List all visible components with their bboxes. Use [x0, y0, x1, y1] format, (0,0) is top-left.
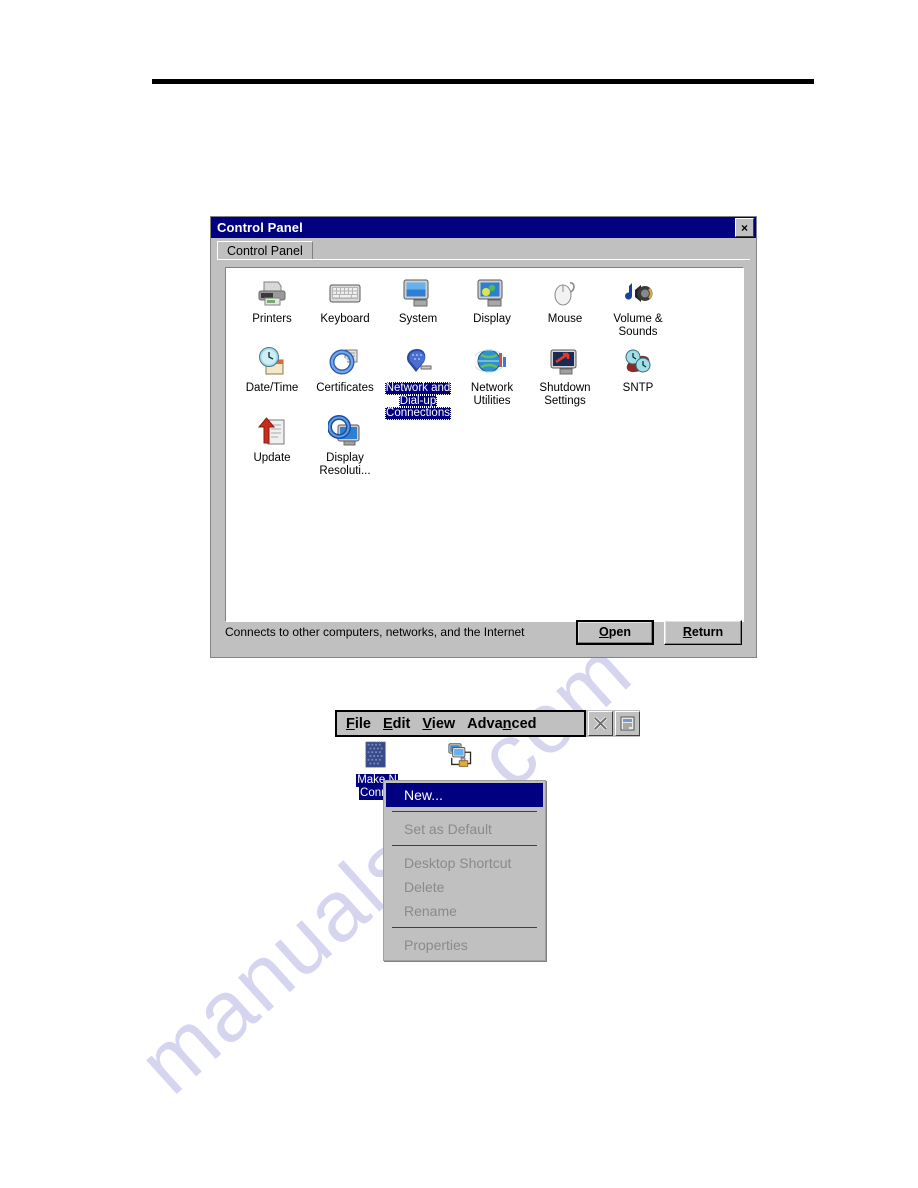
control-panel-window: Control Panel × Control Panel Printers K…: [210, 216, 757, 658]
menu-bar: File Edit View Advanced: [335, 710, 586, 737]
display-monitor-icon: [475, 276, 509, 310]
cp-icon-label: Resoluti...: [319, 464, 371, 477]
cp-icon-label: Keyboard: [320, 313, 370, 325]
page-title: Control Panel: [217, 220, 303, 235]
date-time-icon: [255, 345, 289, 379]
cp-icon-label: Printers: [252, 313, 292, 325]
cp-icon-display-resoluti[interactable]: Display Resoluti...: [306, 415, 384, 477]
keyboard-icon: [328, 276, 362, 310]
cp-icon-label: Date/Time: [245, 382, 299, 394]
system-monitor-icon: [401, 276, 435, 310]
cp-icon-shutdown-settings[interactable]: Shutdown Settings: [526, 345, 604, 407]
cp-icon-display[interactable]: Display: [453, 276, 531, 326]
context-menu-item-properties: Properties: [404, 937, 468, 953]
cp-icon-volume-sounds[interactable]: Volume & Sounds: [599, 276, 677, 338]
cp-icon-date-time[interactable]: Date/Time: [233, 345, 311, 395]
properties-icon: [620, 716, 635, 731]
cp-icon-label: Sounds: [618, 325, 658, 338]
toolbar: [586, 710, 640, 737]
cp-icon-system[interactable]: System: [379, 276, 457, 326]
context-menu: New... Set as Default Desktop Shortcut Dele…: [383, 780, 546, 961]
close-icon[interactable]: ×: [735, 218, 754, 237]
cp-icon-label: System: [398, 313, 438, 325]
network-connections-window: File Edit View Advanced Make N Conne New…: [335, 710, 640, 965]
cp-icon-label: Display: [473, 313, 511, 325]
menu-advanced[interactable]: Advanced: [467, 716, 536, 732]
control-panel-tabstrip: Control Panel: [211, 238, 756, 260]
cp-icon-label: Utilities: [473, 394, 511, 407]
control-panel-icon-pane: Printers Keyboard System Display Mouse V…: [225, 267, 744, 622]
network-dialup-icon: [401, 345, 435, 379]
cp-icon-printers[interactable]: Printers: [233, 276, 311, 326]
cp-icon-label: Network: [470, 382, 514, 394]
cp-icon-label: SNTP: [622, 382, 654, 394]
control-panel-button-row: Open Return: [576, 619, 742, 645]
cp-icon-network-utilities[interactable]: Network Utilities: [453, 345, 531, 407]
cut-x-icon: [593, 716, 608, 731]
menu-view[interactable]: View: [422, 716, 455, 732]
display-resolution-icon: [327, 415, 362, 449]
volume-sounds-icon: [621, 276, 655, 310]
tab-control-panel[interactable]: Control Panel: [217, 241, 313, 260]
mouse-icon: [548, 276, 582, 310]
make-new-connection-icon: [361, 740, 393, 772]
sntp-clock-icon: [621, 345, 655, 379]
open-button[interactable]: Open: [576, 619, 654, 645]
cp-icon-keyboard[interactable]: Keyboard: [306, 276, 384, 326]
button-label: Open: [599, 625, 631, 639]
cp-icon-label: Dial-up: [398, 394, 438, 407]
menu-edit[interactable]: Edit: [383, 716, 410, 732]
cp-icon-sntp[interactable]: SNTP: [599, 345, 677, 395]
menu-file[interactable]: File: [346, 716, 371, 732]
cp-icon-mouse[interactable]: Mouse: [526, 276, 604, 326]
control-panel-status-bar: Connects to other computers, networks, a…: [225, 617, 742, 647]
shutdown-settings-icon: [548, 345, 582, 379]
cp-icon-label: Display: [326, 452, 364, 464]
return-button[interactable]: Return: [664, 619, 742, 645]
printer-icon: [255, 276, 289, 310]
control-panel-titlebar: Control Panel ×: [211, 217, 756, 238]
connection-item[interactable]: [427, 740, 499, 774]
context-menu-item-rename: Rename: [404, 903, 457, 919]
context-menu-item-new[interactable]: New...: [386, 783, 543, 807]
context-menu-separator: [392, 845, 537, 846]
update-icon: [255, 415, 289, 449]
cp-icon-label: Shutdown: [539, 382, 591, 394]
cp-icon-label: Network and: [384, 382, 452, 395]
properties-button[interactable]: [615, 711, 640, 736]
cp-icon-label: Connections: [385, 407, 451, 420]
context-menu-separator: [392, 927, 537, 928]
cp-icon-network-and-dial-up-connections[interactable]: Network and Dial-up Connections: [379, 345, 457, 420]
cp-icon-label: Settings: [544, 394, 586, 407]
control-panel-icon-grid: Printers Keyboard System Display Mouse V…: [226, 268, 743, 621]
cp-icon-label: Certificates: [316, 382, 374, 394]
network-globe-icon: [472, 345, 509, 379]
button-label: Return: [682, 625, 724, 639]
delete-connection-button[interactable]: [588, 711, 613, 736]
context-menu-item-delete: Delete: [404, 879, 445, 895]
cp-icon-label: Update: [253, 452, 291, 464]
context-menu-separator: [392, 811, 537, 812]
context-menu-item-desktop-shortcut: Desktop Shortcut: [404, 855, 512, 871]
certificates-icon: [328, 345, 362, 379]
header-rule: [152, 79, 814, 84]
status-text: Connects to other computers, networks, a…: [225, 625, 525, 639]
cp-icon-certificates[interactable]: Certificates: [306, 345, 384, 395]
network-connection-icon: [447, 740, 479, 772]
cp-icon-label: Volume &: [613, 313, 663, 325]
cp-icon-update[interactable]: Update: [233, 415, 311, 465]
tab-underline: [217, 259, 750, 260]
cp-icon-label: Mouse: [547, 313, 583, 325]
context-menu-item-set-as-default: Set as Default: [404, 821, 492, 837]
tab-label: Control Panel: [227, 244, 303, 258]
